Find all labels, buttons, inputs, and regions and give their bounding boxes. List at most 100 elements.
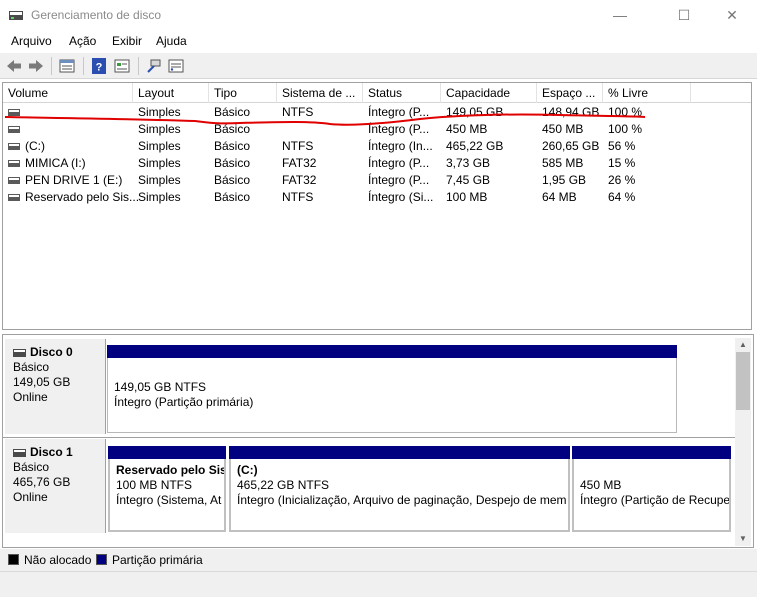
toolbar-separator [83, 57, 84, 75]
volume-sistema: NTFS [282, 190, 314, 204]
volume-row[interactable]: PEN DRIVE 1 (E:) Simples Básico FAT32 Ín… [3, 172, 751, 189]
volume-livre: 56 % [608, 139, 636, 153]
minimize-icon: — [613, 7, 627, 23]
volume-tipo: Básico [214, 139, 251, 153]
legend-bar: Não alocado Partição primária [0, 549, 757, 571]
status-bar [0, 571, 757, 597]
properties-icon[interactable] [113, 57, 131, 75]
column-espaco[interactable]: Espaço ... [537, 83, 603, 103]
disk-icon [13, 349, 26, 357]
volume-livre: 15 % [608, 156, 636, 170]
maximize-button[interactable]: ☐ [661, 0, 707, 30]
volume-layout: Simples [138, 105, 181, 119]
volume-sistema: FAT32 [282, 156, 317, 170]
partition-block[interactable]: Reservado pelo Sis 100 MB NTFS Íntegro (… [108, 446, 226, 532]
volume-livre: 100 % [608, 122, 643, 136]
column-livre[interactable]: % Livre [603, 83, 691, 103]
volume-status: Íntegro (P... [368, 173, 430, 187]
partition-size: 100 MB NTFS [116, 478, 193, 492]
svg-text:?: ? [96, 62, 103, 74]
settings-icon[interactable] [167, 57, 185, 75]
volume-name: PEN DRIVE 1 (E:) [25, 173, 123, 187]
vertical-scrollbar[interactable]: ▲ ▼ [735, 338, 751, 546]
disk-1-label[interactable]: Disco 1 Básico 465,76 GB Online [5, 439, 106, 533]
primary-partition-bar [229, 446, 570, 459]
volume-espaco: 1,95 GB [542, 173, 587, 187]
partition-block[interactable]: (C:) 465,22 GB NTFS Íntegro (Inicializaç… [229, 446, 570, 532]
partition-block[interactable]: 450 MB Íntegro (Partição de Recupe [572, 446, 731, 532]
disk-graphical-view: Disco 0 Básico 149,05 GB Online 149,05 G… [2, 334, 754, 548]
volume-row[interactable]: (C:) Simples Básico NTFS Íntegro (In... … [3, 138, 751, 155]
disk-0-label[interactable]: Disco 0 Básico 149,05 GB Online [5, 339, 106, 434]
scrollbar-thumb[interactable] [736, 352, 750, 410]
volume-tipo: Básico [214, 156, 251, 170]
menu-arquivo[interactable]: Arquivo [11, 34, 52, 48]
menu-acao[interactable]: Ação [69, 34, 96, 48]
help-icon[interactable]: ? [90, 57, 108, 75]
forward-icon[interactable] [27, 57, 45, 75]
volume-sistema: NTFS [282, 105, 314, 119]
toolbar-separator [138, 57, 139, 75]
primary-partition-bar [108, 446, 226, 459]
volume-list: Volume Layout Tipo Sistema de ... Status… [2, 82, 752, 330]
column-capacidade[interactable]: Capacidade [441, 83, 537, 103]
volume-tipo: Básico [214, 173, 251, 187]
disk-type: Básico [13, 460, 50, 474]
volume-icon [8, 177, 20, 184]
volume-status: Íntegro (P... [368, 122, 430, 136]
volume-espaco: 585 MB [542, 156, 584, 170]
disk-management-app-icon [9, 11, 23, 20]
toolbar: ? [0, 53, 757, 79]
disk-size: 149,05 GB [13, 375, 71, 389]
legend-label-unallocated: Não alocado [24, 553, 92, 567]
disk-type: Básico [13, 360, 50, 374]
volume-status: Íntegro (P... [368, 105, 430, 119]
volume-tipo: Básico [214, 122, 251, 136]
menu-ajuda[interactable]: Ajuda [156, 34, 187, 48]
volume-row[interactable]: MIMICA (I:) Simples Básico FAT32 Íntegro… [3, 155, 751, 172]
volume-capacidade: 100 MB [446, 190, 488, 204]
column-tipo[interactable]: Tipo [209, 83, 277, 103]
menu-bar: Arquivo Ação Exibir Ajuda [0, 30, 757, 52]
disk-icon [13, 449, 26, 457]
volume-icon [8, 109, 20, 116]
partition-status: Íntegro (Partição de Recupe [580, 493, 731, 507]
disk-list-icon[interactable] [58, 57, 76, 75]
volume-row[interactable]: Simples Básico Íntegro (P... 450 MB 450 … [3, 121, 751, 138]
primary-partition-bar [107, 345, 677, 358]
volume-status: Íntegro (In... [368, 139, 433, 153]
volume-espaco: 148,94 GB [542, 105, 600, 119]
volume-status: Íntegro (P... [368, 156, 430, 170]
scroll-down-icon[interactable]: ▼ [735, 532, 751, 546]
volume-livre: 100 % [608, 105, 643, 119]
partition-block[interactable]: 149,05 GB NTFS Íntegro (Partição primári… [107, 345, 677, 433]
volume-row[interactable]: Reservado pelo Sis... Simples Básico NTF… [3, 189, 751, 206]
partition-title: (C:) [237, 463, 258, 477]
close-icon: ✕ [726, 6, 738, 23]
volume-sistema: NTFS [282, 139, 314, 153]
volume-layout: Simples [138, 139, 181, 153]
window-title: Gerenciamento de disco [31, 8, 162, 22]
column-status[interactable]: Status [363, 83, 441, 103]
volume-livre: 26 % [608, 173, 636, 187]
partition-size: 149,05 GB NTFS [114, 380, 207, 394]
column-volume[interactable]: Volume [3, 83, 133, 103]
scroll-up-icon[interactable]: ▲ [735, 338, 751, 352]
volume-icon [8, 160, 20, 167]
minimize-button[interactable]: — [597, 0, 643, 30]
back-icon[interactable] [5, 57, 23, 75]
connect-icon[interactable] [145, 57, 163, 75]
column-layout[interactable]: Layout [133, 83, 209, 103]
volume-row[interactable]: Simples Básico NTFS Íntegro (P... 149,05… [3, 104, 751, 121]
volume-name: (C:) [25, 139, 45, 153]
menu-exibir[interactable]: Exibir [112, 34, 142, 48]
disk-size: 465,76 GB [13, 475, 71, 489]
volume-name: Reservado pelo Sis... [25, 190, 140, 204]
close-button[interactable]: ✕ [709, 0, 755, 30]
column-sistema[interactable]: Sistema de ... [277, 83, 363, 103]
volume-livre: 64 % [608, 190, 636, 204]
volume-tipo: Básico [214, 190, 251, 204]
volume-capacidade: 465,22 GB [446, 139, 504, 153]
volume-espaco: 260,65 GB [542, 139, 600, 153]
legend-label-primary: Partição primária [112, 553, 203, 567]
